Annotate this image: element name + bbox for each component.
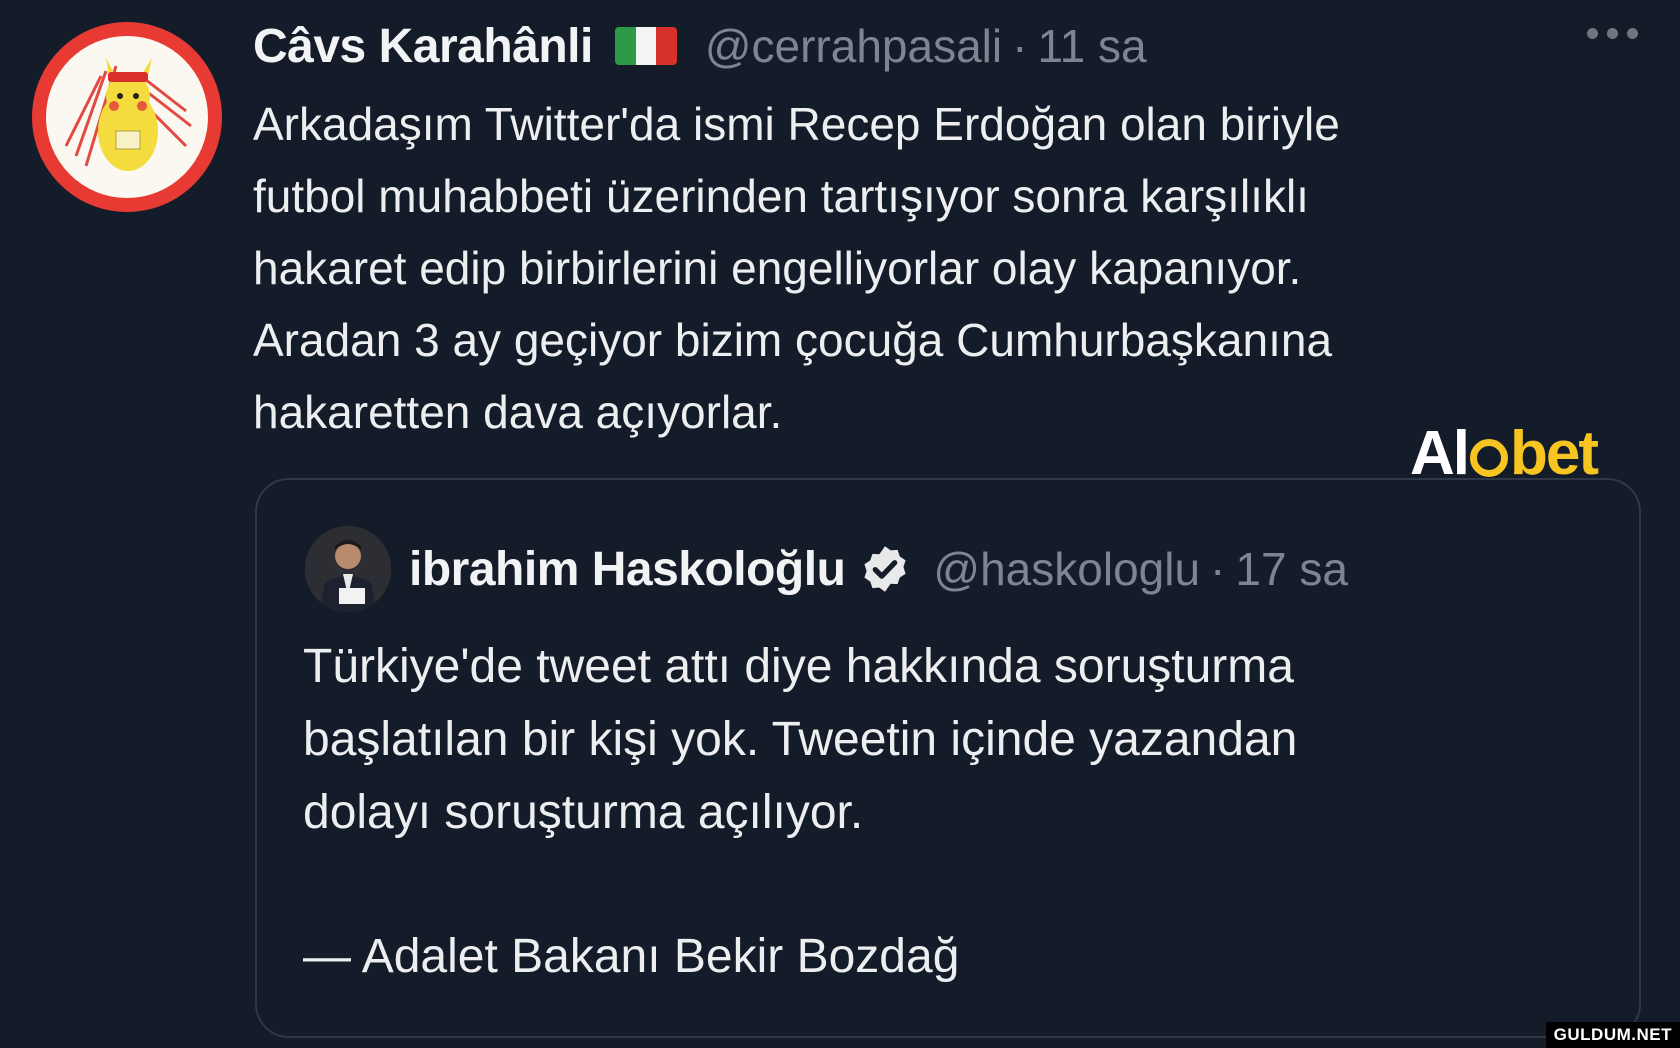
flag-stripe	[614, 27, 636, 65]
user-handle[interactable]: @cerrahpasali	[705, 19, 1002, 73]
separator-dot: ·	[1012, 20, 1028, 72]
quoted-attribution: — Adalet Bakanı Bekir Bozdağ	[303, 930, 960, 983]
more-horizontal-icon[interactable]	[1587, 28, 1638, 39]
more-dot	[1607, 28, 1618, 39]
avatar-image	[46, 36, 208, 198]
more-dot	[1627, 28, 1638, 39]
quoted-tweet-text: Türkiye'de tweet attı diye hakkında soru…	[303, 640, 1298, 839]
watermark-ring-icon	[1470, 438, 1508, 477]
display-name[interactable]: Câvs Karahânli	[253, 19, 593, 74]
flag-stripe	[635, 27, 657, 65]
italy-flag-icon	[614, 27, 677, 65]
tweet-header: Câvs Karahânli @cerrahpasali · 11 sa	[253, 14, 1147, 78]
timestamp[interactable]: 11 sa	[1037, 19, 1146, 73]
more-dot	[1587, 28, 1598, 39]
verified-badge-icon	[864, 546, 906, 592]
quoted-user-avatar[interactable]	[305, 526, 391, 612]
quoted-timestamp[interactable]: 17 sa	[1235, 542, 1348, 596]
quoted-display-name[interactable]: ibrahim Haskoloğlu	[409, 542, 846, 597]
flag-stripe	[656, 27, 677, 65]
quoted-tweet-card[interactable]: ibrahim Haskoloğlu @haskologlu · 17 sa T…	[255, 478, 1641, 1038]
tweet: Câvs Karahânli @cerrahpasali · 11 sa Ark…	[0, 0, 1680, 1048]
site-watermark-badge: GULDUM.NET	[1545, 1022, 1680, 1048]
person-photo-icon	[305, 526, 391, 612]
quoted-user-handle[interactable]: @haskologlu	[933, 542, 1200, 596]
tweet-text: Arkadaşım Twitter'da ismi Recep Erdoğan …	[253, 98, 1340, 438]
user-avatar[interactable]	[32, 22, 222, 212]
quoted-tweet-header: ibrahim Haskoloğlu @haskologlu · 17 sa	[409, 536, 1348, 602]
pikachu-icon	[64, 58, 192, 171]
separator-dot: ·	[1210, 543, 1226, 595]
